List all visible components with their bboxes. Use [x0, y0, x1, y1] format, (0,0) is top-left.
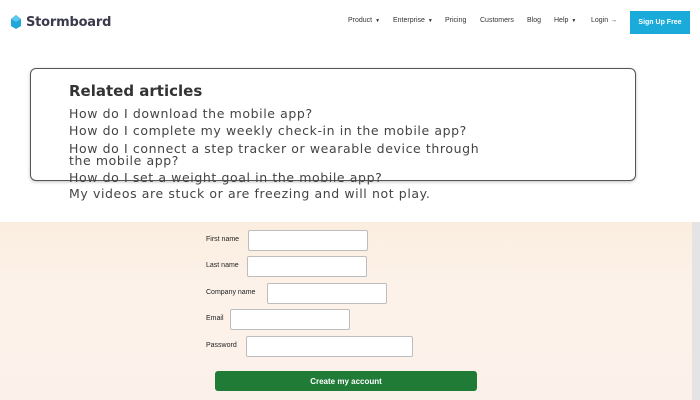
stormboard-logo[interactable]: Stormboard: [9, 13, 111, 31]
nav-pricing[interactable]: Pricing: [445, 17, 466, 24]
scrollbar-track[interactable]: [692, 222, 700, 400]
last-name-input[interactable]: [247, 256, 367, 277]
nav-help[interactable]: Help ▼: [554, 17, 576, 24]
nav-help-label: Help: [554, 17, 569, 24]
related-articles-title: Related articles: [69, 82, 203, 100]
nav-login[interactable]: Login →: [591, 17, 617, 24]
related-article-link[interactable]: How do I connect a step tracker or weara…: [69, 142, 479, 167]
email-input[interactable]: [230, 309, 350, 330]
nav-login-label: Login: [591, 17, 609, 24]
arrow-right-icon: →: [610, 17, 618, 24]
password-label: Password: [206, 342, 237, 349]
company-name-label: Company name: [206, 289, 256, 296]
company-name-input[interactable]: [267, 283, 387, 304]
sign-up-button[interactable]: Sign Up Free: [630, 11, 690, 34]
nav-product-label: Product: [348, 17, 373, 24]
related-article-link[interactable]: My videos are stuck or are freezing and …: [69, 187, 430, 200]
stormboard-logo-icon: [11, 15, 21, 29]
caret-down-icon: ▼: [375, 17, 381, 24]
nav-blog-label: Blog: [527, 17, 542, 24]
create-account-button[interactable]: Create my account: [215, 371, 477, 391]
nav-enterprise-label: Enterprise: [393, 17, 425, 24]
first-name-label: First name: [206, 236, 240, 243]
nav-product[interactable]: Product ▼: [348, 17, 380, 24]
email-label: Email: [206, 315, 224, 322]
logo-text: Stormboard: [26, 14, 112, 30]
nav-enterprise[interactable]: Enterprise ▼: [393, 17, 433, 24]
nav-customers[interactable]: Customers: [480, 17, 514, 24]
related-article-link[interactable]: How do I download the mobile app?: [69, 107, 313, 120]
related-article-link[interactable]: How do I complete my weekly check-in in …: [69, 124, 467, 137]
password-input[interactable]: [246, 336, 413, 357]
nav-pricing-label: Pricing: [445, 17, 467, 24]
top-header: Stormboard Product ▼ Enterprise ▼ Pricing …: [0, 0, 700, 44]
caret-down-icon: ▼: [427, 17, 433, 24]
caret-down-icon: ▼: [571, 17, 577, 24]
nav-customers-label: Customers: [480, 17, 514, 24]
related-article-link[interactable]: How do I set a weight goal in the mobile…: [69, 171, 382, 184]
last-name-label: Last name: [206, 262, 239, 269]
first-name-input[interactable]: [248, 230, 368, 251]
nav-blog[interactable]: Blog: [527, 17, 541, 24]
